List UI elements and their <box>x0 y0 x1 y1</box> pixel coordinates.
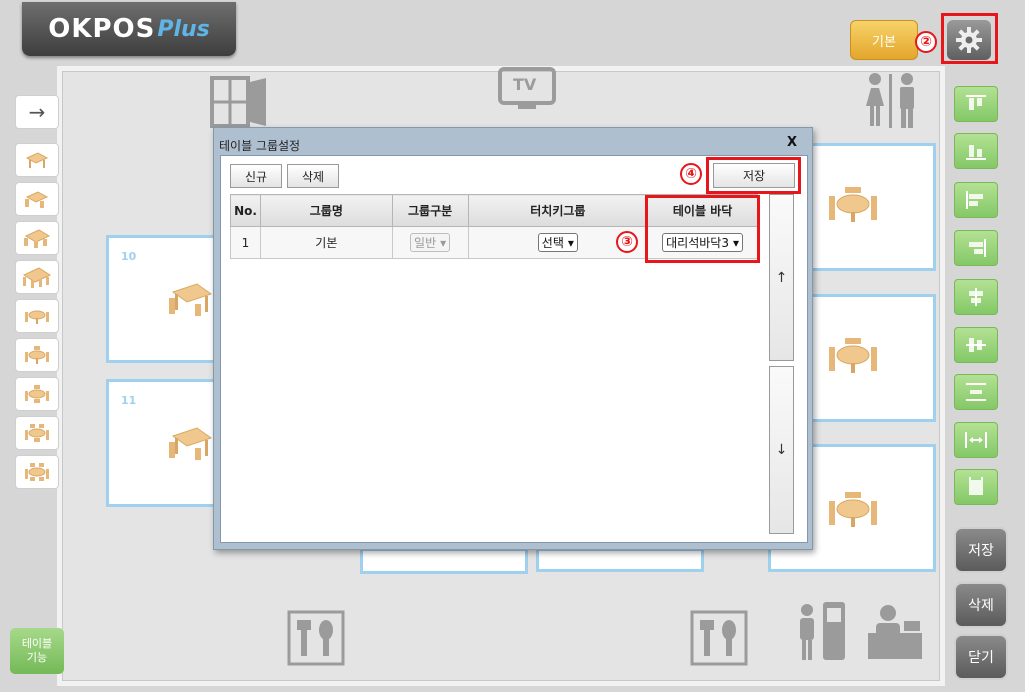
touchkey-group-select[interactable]: 선택 ▾ <box>537 233 578 252</box>
floor-table-10[interactable]: 10 <box>106 235 226 363</box>
round-table-4-icon <box>25 385 49 403</box>
table-tool-round4[interactable] <box>15 377 59 411</box>
round-table-2-icon <box>25 310 49 324</box>
cell-no: 1 <box>230 226 261 259</box>
okpos-logo: OKPOS Plus <box>22 2 236 56</box>
layout-delete-button[interactable]: 삭제 <box>954 582 1008 628</box>
step-marker-2: ② <box>915 31 937 53</box>
col-header-touchkey-group: 터치키그룹 <box>467 194 649 227</box>
tv-label: TV <box>513 75 537 94</box>
align-center-vertical-button[interactable] <box>954 327 998 363</box>
align-right-button[interactable] <box>954 230 998 266</box>
group-type-value: 일반 <box>414 236 437 250</box>
table-function-label-2: 기능 <box>26 651 48 664</box>
door-icon <box>210 76 270 132</box>
distribute-horizontal-button[interactable] <box>954 422 998 458</box>
round-table-icon <box>829 338 877 373</box>
group-type-select: 일반 ▾ <box>410 233 451 252</box>
restroom-icon <box>862 72 920 134</box>
tv-icon: TV <box>498 67 558 115</box>
delete-group-button[interactable]: 삭제 <box>287 164 339 188</box>
cashier-icon <box>866 603 924 665</box>
step-marker-3: ③ <box>616 231 638 253</box>
kiosk-icon <box>797 600 857 666</box>
align-center-horizontal-button[interactable] <box>954 279 998 315</box>
align-top-icon <box>966 95 986 110</box>
align-bottom-button[interactable] <box>954 133 998 169</box>
table-tool-round6[interactable] <box>15 455 59 489</box>
col-header-group-name: 그룹명 <box>259 194 393 227</box>
table-tool-round2[interactable] <box>15 299 59 333</box>
layout-save-button[interactable]: 저장 <box>954 527 1008 573</box>
logo-plus: Plus <box>157 16 210 42</box>
col-header-no: No. <box>230 194 261 227</box>
round-table-5-icon <box>25 424 49 442</box>
table-tool-round3[interactable] <box>15 338 59 372</box>
round-table-icon <box>829 187 877 222</box>
round-table-3-icon <box>25 346 49 364</box>
step-marker-4: ④ <box>680 163 702 185</box>
scroll-up-button[interactable]: ↑ <box>769 194 794 361</box>
basic-floor-button[interactable]: 기본 <box>850 20 918 60</box>
align-top-button[interactable] <box>954 86 998 122</box>
table-8-icon <box>22 267 52 288</box>
same-size-icon <box>969 477 983 495</box>
distribute-vertical-icon <box>966 383 986 401</box>
cell-group-name[interactable]: 기본 <box>259 226 393 259</box>
save-group-button[interactable]: 저장 <box>713 163 795 188</box>
same-size-button[interactable] <box>954 469 998 505</box>
chevron-down-icon: ▾ <box>567 235 574 250</box>
align-right-icon <box>969 239 986 257</box>
floor-table[interactable] <box>360 548 528 574</box>
cell-group-type: 일반 ▾ <box>391 226 469 259</box>
restaurant-icon-right <box>690 610 748 670</box>
square-table-icon <box>169 427 213 460</box>
touchkey-group-value: 선택 <box>541 236 564 250</box>
table-2-icon <box>25 152 49 168</box>
arrow-right-button[interactable]: → <box>15 95 59 129</box>
dialog-close-button[interactable]: X <box>787 135 797 150</box>
table-tool-6seat[interactable] <box>15 221 59 255</box>
table-tool-8seat[interactable] <box>15 260 59 294</box>
gear-icon <box>956 27 982 53</box>
table-function-button[interactable]: 테이블 기능 <box>10 628 64 674</box>
new-group-button[interactable]: 신규 <box>230 164 282 188</box>
col-header-group-type: 그룹구분 <box>391 194 469 227</box>
highlight-table-floor <box>645 195 760 263</box>
table-4-icon <box>25 191 49 208</box>
square-table-icon <box>169 283 213 316</box>
align-left-icon <box>966 191 983 209</box>
align-center-horizontal-icon <box>969 288 983 306</box>
table-number: 10 <box>121 250 137 263</box>
table-tool-round5[interactable] <box>15 416 59 450</box>
round-table-icon <box>829 492 877 527</box>
table-6-icon <box>24 229 51 248</box>
chevron-down-icon: ▾ <box>440 235 447 250</box>
floor-table-11[interactable]: 11 <box>106 379 226 507</box>
table-number: 11 <box>121 394 137 407</box>
table-function-label-1: 테이블 <box>21 637 53 650</box>
round-table-6-icon <box>25 463 49 481</box>
align-left-button[interactable] <box>954 182 998 218</box>
settings-button[interactable] <box>947 20 991 60</box>
scroll-down-button[interactable]: ↓ <box>769 366 794 534</box>
floor-table[interactable] <box>536 548 704 572</box>
align-center-vertical-icon <box>966 338 986 352</box>
table-tool-4seat[interactable] <box>15 182 59 216</box>
table-tool-2seat[interactable] <box>15 143 59 177</box>
layout-close-button[interactable]: 닫기 <box>954 634 1008 680</box>
distribute-vertical-button[interactable] <box>954 374 998 410</box>
dialog-title: 테이블 그룹설정 <box>219 139 301 153</box>
distribute-horizontal-icon <box>965 432 987 448</box>
restaurant-icon-left <box>287 610 345 670</box>
align-bottom-icon <box>966 145 986 160</box>
logo-text: OKPOS <box>48 14 156 44</box>
